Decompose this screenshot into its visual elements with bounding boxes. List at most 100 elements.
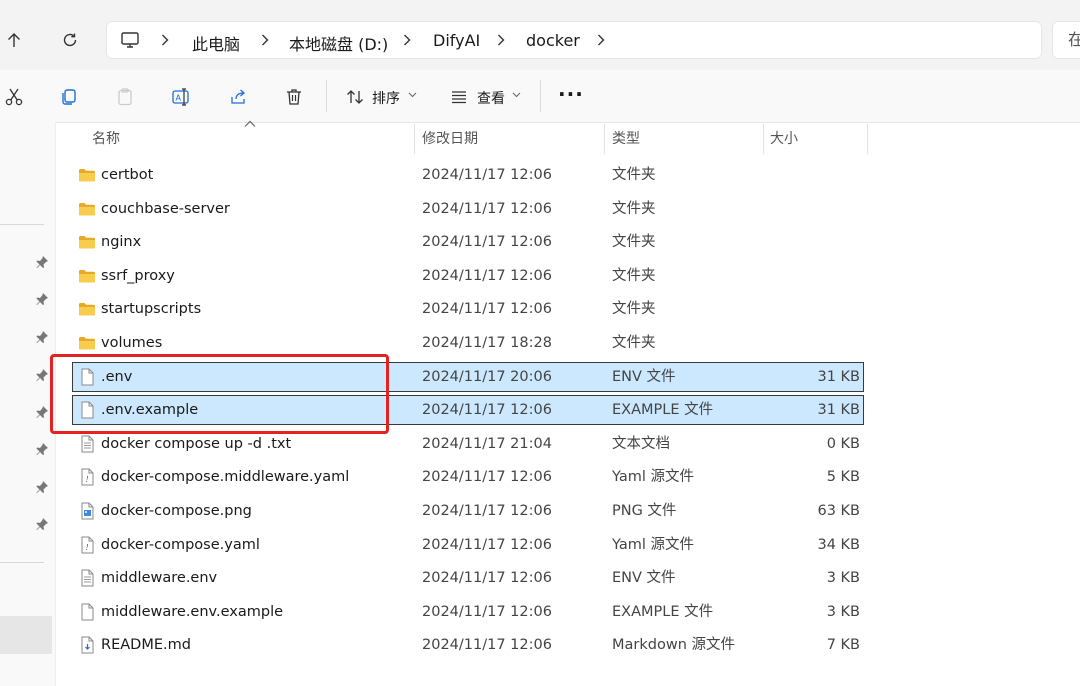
column-divider[interactable]: [604, 124, 605, 154]
column-header-date[interactable]: 修改日期: [422, 124, 478, 154]
search-input[interactable]: 在: [1052, 21, 1080, 59]
file-row[interactable]: .env 2024/11/17 20:06 ENV 文件 31 KB: [72, 362, 864, 392]
file-name: couchbase-server: [101, 201, 230, 217]
file-name: docker-compose.yaml: [101, 537, 260, 553]
column-divider[interactable]: [763, 124, 764, 154]
pin-icon: [36, 406, 48, 418]
file-size: 7 KB: [826, 637, 860, 653]
file-size: 34 KB: [817, 537, 860, 553]
file-name: nginx: [101, 234, 142, 250]
paste-button[interactable]: [112, 84, 138, 110]
file-type: Yaml 源文件: [612, 469, 695, 485]
file-row[interactable]: docker compose up -d .txt 2024/11/17 21:0…: [72, 429, 864, 459]
column-header-size[interactable]: 大小: [770, 124, 798, 154]
column-divider[interactable]: [414, 124, 415, 154]
column-header-name[interactable]: 名称: [92, 124, 120, 154]
file-row[interactable]: docker-compose.png 2024/11/17 12:06 PNG 文件…: [72, 496, 864, 526]
view-icon-wrap[interactable]: [446, 84, 472, 110]
pin-icon: [36, 256, 48, 268]
file-row[interactable]: certbot 2024/11/17 12:06 文件夹: [72, 160, 864, 190]
file-name: .env: [101, 369, 133, 385]
file-row[interactable]: ssrf_proxy 2024/11/17 12:06 文件夹: [72, 261, 864, 291]
breadcrumb-local-disk[interactable]: 本地磁盘 (D:): [289, 31, 388, 55]
file-type: Yaml 源文件: [612, 537, 695, 553]
file-row[interactable]: ! docker-compose.middleware.yaml 2024/11/1…: [72, 462, 864, 492]
file-name: startupscripts: [101, 301, 202, 317]
file-icon: [78, 368, 96, 386]
file-type: EXAMPLE 文件: [612, 402, 714, 418]
file-row[interactable]: .env.example 2024/11/17 12:06 EXAMPLE 文件 31…: [72, 395, 864, 425]
file-type: 文件夹: [612, 234, 656, 250]
view-button[interactable]: 查看: [477, 88, 505, 108]
rename-icon: A: [172, 88, 189, 106]
sidebar-divider: [0, 224, 44, 225]
file-type: ENV 文件: [612, 570, 676, 586]
file-name: .env.example: [101, 402, 199, 418]
column-divider[interactable]: [867, 124, 868, 154]
file-size: 0 KB: [826, 436, 860, 452]
folder-icon: [78, 233, 96, 251]
sidebar-item-selected[interactable]: [0, 616, 52, 654]
file-type: PNG 文件: [612, 503, 677, 519]
column-header-type[interactable]: 类型: [612, 124, 640, 154]
pin-icon: [36, 369, 48, 381]
file-name: volumes: [101, 335, 163, 351]
chevron-right-icon[interactable]: [158, 32, 172, 48]
file-row[interactable]: couchbase-server 2024/11/17 12:06 文件夹: [72, 194, 864, 224]
delete-button[interactable]: [281, 84, 307, 110]
svg-text:!: !: [86, 475, 89, 484]
breadcrumb-docker[interactable]: docker: [526, 31, 580, 50]
rename-button[interactable]: A: [168, 84, 194, 110]
file-type: 文件夹: [612, 335, 656, 351]
file-date: 2024/11/17 12:06: [422, 268, 552, 284]
breadcrumb-difyai[interactable]: DifyAI: [433, 31, 480, 50]
breadcrumb-this-pc[interactable]: 此电脑: [192, 31, 240, 55]
sort-icon: [347, 90, 363, 104]
chevron-right-icon[interactable]: [258, 32, 272, 48]
file-size: 31 KB: [817, 369, 860, 385]
file-name: README.md: [101, 637, 191, 653]
file-size: 3 KB: [826, 604, 860, 620]
yaml-file-icon: !: [78, 536, 96, 554]
file-row[interactable]: README.md 2024/11/17 12:06 Markdown 源文件 7 K…: [72, 630, 864, 660]
up-button[interactable]: [0, 26, 28, 54]
file-date: 2024/11/17 12:06: [422, 503, 552, 519]
chevron-down-icon[interactable]: [512, 92, 521, 98]
chevron-right-icon[interactable]: [494, 32, 508, 48]
file-size: 5 KB: [826, 469, 860, 485]
pin-icon: [36, 331, 48, 343]
refresh-button[interactable]: [56, 26, 84, 54]
share-button[interactable]: [225, 84, 251, 110]
image-file-icon: [78, 502, 96, 520]
sort-ascending-icon: [244, 120, 256, 127]
address-bar[interactable]: 此电脑 本地磁盘 (D:) DifyAI docker: [106, 21, 1042, 59]
file-row[interactable]: middleware.env 2024/11/17 12:06 ENV 文件 3 KB: [72, 563, 864, 593]
file-name: docker-compose.middleware.yaml: [101, 469, 350, 485]
file-date: 2024/11/17 12:06: [422, 301, 552, 317]
text-file-icon: [78, 435, 96, 453]
address-bar-row: 此电脑 本地磁盘 (D:) DifyAI docker 在: [0, 0, 1080, 80]
markdown-file-icon: [78, 636, 96, 654]
cut-button[interactable]: [1, 84, 27, 110]
file-type: 文本文档: [612, 436, 670, 452]
file-row[interactable]: volumes 2024/11/17 18:28 文件夹: [72, 328, 864, 358]
file-row[interactable]: nginx 2024/11/17 12:06 文件夹: [72, 227, 864, 257]
view-list-icon: [452, 91, 466, 104]
yaml-file-icon: !: [78, 468, 96, 486]
file-row[interactable]: middleware.env.example 2024/11/17 12:06 EX…: [72, 597, 864, 627]
file-type: 文件夹: [612, 301, 656, 317]
pin-icon: [36, 293, 48, 305]
sort-button[interactable]: 排序: [372, 88, 400, 108]
chevron-right-icon[interactable]: [594, 32, 608, 48]
pin-icon: [36, 481, 48, 493]
file-date: 2024/11/17 12:06: [422, 604, 552, 620]
file-row[interactable]: startupscripts 2024/11/17 12:06 文件夹: [72, 294, 864, 324]
sort-icon-wrap[interactable]: [342, 84, 368, 110]
file-type: Markdown 源文件: [612, 637, 735, 653]
file-type: 文件夹: [612, 167, 656, 183]
copy-button[interactable]: [56, 84, 82, 110]
file-row[interactable]: ! docker-compose.yaml 2024/11/17 12:06 Yaml…: [72, 530, 864, 560]
chevron-right-icon[interactable]: [400, 32, 414, 48]
chevron-down-icon[interactable]: [408, 92, 417, 98]
more-options-button[interactable]: ···: [558, 82, 584, 106]
